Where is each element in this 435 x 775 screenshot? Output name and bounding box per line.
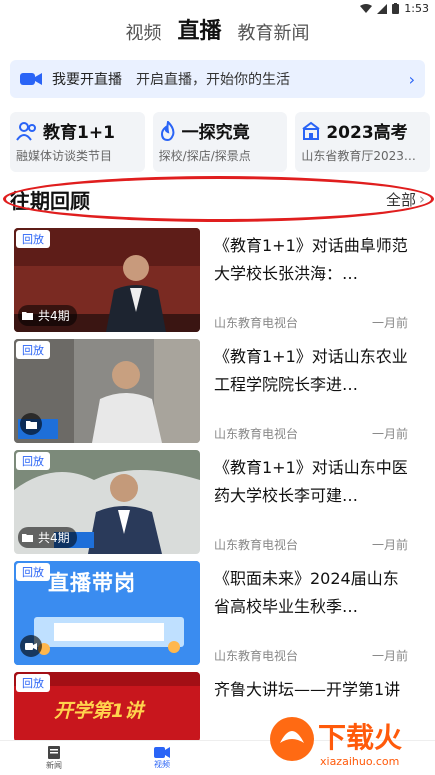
start-live-subtitle: 开启直播，开始你的生活 <box>136 72 290 88</box>
video-camera-icon <box>20 635 42 657</box>
thumbnail: 回放 共4期 <box>14 450 200 554</box>
battery-icon <box>392 3 400 14</box>
folder-icon <box>22 534 33 542</box>
section-title: 往期回顾 <box>10 188 90 213</box>
item-title: 《教育1+1》对话山东农业工程学院院长李进… <box>214 347 408 394</box>
video-camera-icon <box>20 73 42 85</box>
replay-badge: 回放 <box>16 452 50 470</box>
folder-icon <box>22 312 33 320</box>
list-item[interactable]: 回放 《教育1+1》对话山东农业工程学院院长李进… 山东教育电视台 一月前 <box>14 339 424 450</box>
card-subtitle: 山东省教育厅2023… <box>301 149 416 163</box>
item-source: 山东教育电视台 <box>214 427 299 441</box>
thumbnail: 回放 <box>14 339 200 443</box>
list-item[interactable]: 回放 共4期 《教育1+1》对话曲阜师范大学校长张洪海：… 山东教育电视台 一月… <box>14 228 424 339</box>
svg-text:xiazaihuo.com: xiazaihuo.com <box>320 755 399 768</box>
watermark-logo: 下载火 xiazaihuo.com <box>266 709 431 771</box>
chevron-right-icon: › <box>419 190 425 208</box>
item-title: 《教育1+1》对话曲阜师范大学校长张洪海：… <box>214 236 408 283</box>
episode-count: 共4期 <box>18 305 77 326</box>
item-source: 山东教育电视台 <box>214 316 299 330</box>
top-tabs: 视频 直播 教育新闻 <box>0 14 435 48</box>
item-source: 山东教育电视台 <box>214 649 299 663</box>
episode-count: 共4期 <box>18 527 77 548</box>
thumbnail-headline: 直播带岗 <box>48 571 136 595</box>
card-subtitle: 探校/探店/探景点 <box>158 149 251 163</box>
card-title: 教育1+1 <box>43 123 115 143</box>
card-title: 2023高考 <box>326 123 408 143</box>
item-time: 一月前 <box>371 316 408 330</box>
flame-icon <box>160 120 175 141</box>
nav-label: 新闻 <box>46 761 62 770</box>
chevron-right-icon: › <box>408 69 415 89</box>
news-icon <box>48 746 60 759</box>
card-title: 一探究竟 <box>181 123 250 143</box>
replay-badge: 回放 <box>16 230 50 248</box>
view-all-link[interactable]: 全部 › <box>386 189 425 210</box>
tab-education-news[interactable]: 教育新闻 <box>238 19 310 48</box>
episode-count-label: 共4期 <box>38 309 70 323</box>
tab-live[interactable]: 直播 <box>177 13 221 48</box>
item-title: 《教育1+1》对话山东中医药大学校长李可建… <box>214 458 408 505</box>
past-replays-header: 往期回顾 全部 › <box>10 183 425 215</box>
card-subtitle: 融媒体访谈类节目 <box>16 149 113 163</box>
people-icon <box>16 121 36 141</box>
thumbnail: 开学第1讲 回放 <box>14 672 200 742</box>
item-title: 《职面未来》2024届山东省高校毕业生秋季… <box>214 569 399 616</box>
item-time: 一月前 <box>371 538 408 552</box>
card-explore[interactable]: 一探究竟 探校/探店/探景点 <box>152 112 288 172</box>
card-gaokao-2023[interactable]: 2023高考 山东省教育厅2023… <box>295 112 431 172</box>
item-source: 山东教育电视台 <box>214 538 299 552</box>
view-all-label: 全部 <box>385 190 416 209</box>
replay-badge: 回放 <box>16 341 50 359</box>
replay-badge: 回放 <box>16 674 50 692</box>
replay-list: 回放 共4期 《教育1+1》对话曲阜师范大学校长张洪海：… 山东教育电视台 一月… <box>14 228 424 775</box>
card-education-1plus1[interactable]: 教育1+1 融媒体访谈类节目 <box>10 112 145 172</box>
svg-text:下载火: 下载火 <box>318 721 402 754</box>
program-cards: 教育1+1 融媒体访谈类节目 一探究竟 探校/探店/探景点 2023高考 山东省… <box>10 112 431 172</box>
item-time: 一月前 <box>371 427 408 441</box>
start-live-label: 我要开直播 <box>52 72 122 88</box>
wifi-icon <box>360 3 373 13</box>
start-live-banner[interactable]: 我要开直播 开启直播，开始你的生活 › <box>10 60 425 98</box>
signal-icon <box>377 3 388 14</box>
thumbnail: 直播带岗 回放 <box>14 561 200 665</box>
nav-video[interactable]: 视频 <box>108 741 216 775</box>
nav-news[interactable]: 新闻 <box>0 741 108 775</box>
video-icon <box>154 747 170 758</box>
episode-count-label: 共4期 <box>38 531 70 545</box>
folder-icon <box>20 413 42 435</box>
item-time: 一月前 <box>371 649 408 663</box>
list-item[interactable]: 回放 共4期 《教育1+1》对话山东中医药大学校长李可建… 山东教育电视台 一月… <box>14 450 424 561</box>
nav-label: 视频 <box>154 760 170 769</box>
tab-video[interactable]: 视频 <box>125 19 161 48</box>
list-item[interactable]: 直播带岗 回放 《职面未来》2024届山东省高校毕业生秋季… 山东教育电视台 一… <box>14 561 424 672</box>
thumbnail-headline: 开学第1讲 <box>54 700 144 722</box>
thumbnail: 回放 共4期 <box>14 228 200 332</box>
replay-badge: 回放 <box>16 563 50 581</box>
school-icon <box>302 121 320 140</box>
